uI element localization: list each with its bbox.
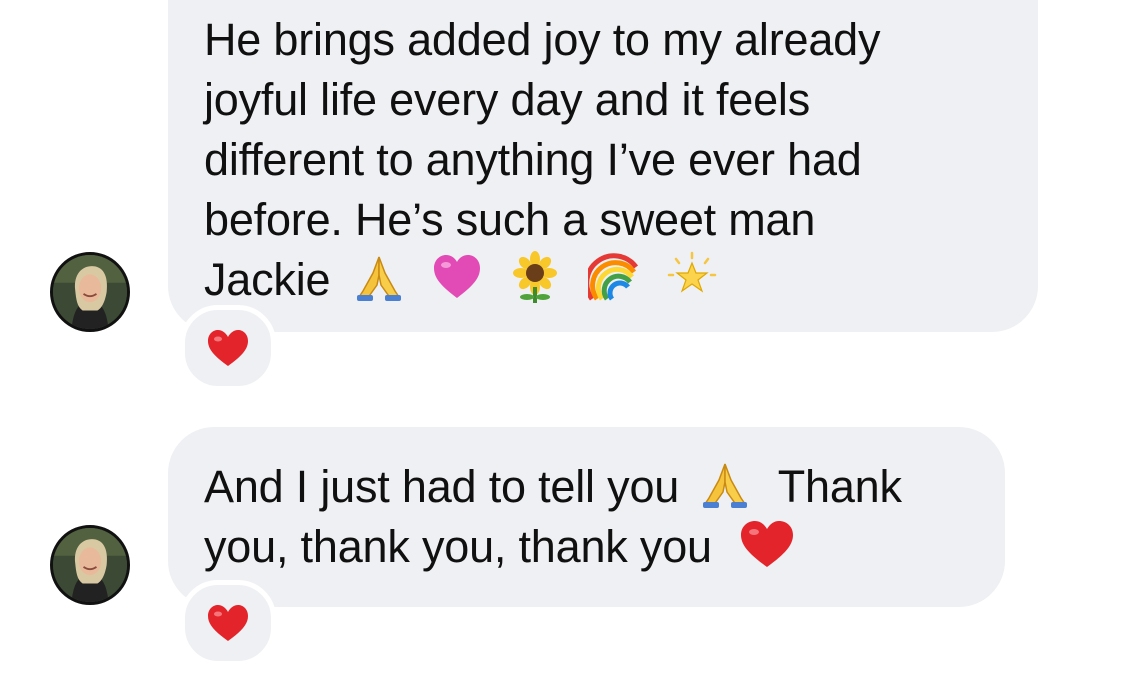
glowing-star-icon: [666, 251, 718, 303]
sender-avatar[interactable]: [50, 252, 130, 332]
folded-hands-icon: [699, 458, 751, 510]
reaction-badge-1[interactable]: [180, 305, 276, 391]
message-line: joyful life every day and it feels: [204, 74, 811, 125]
message-line: He brings added joy to my already: [204, 14, 881, 65]
folded-hands-icon: [353, 251, 405, 303]
pink-heart-icon: [431, 251, 483, 303]
message-bubble-1[interactable]: He brings added joy to my already joyful…: [168, 0, 1038, 332]
message-text: And I just had to tell you: [204, 461, 680, 512]
message-line: Jackie: [204, 254, 331, 305]
rainbow-icon: [587, 251, 640, 303]
reaction-badge-2[interactable]: [180, 580, 276, 666]
message-line-last: Jackie: [204, 250, 1002, 310]
red-heart-icon: [206, 328, 250, 368]
sunflower-icon: [509, 251, 561, 303]
message-thread: He brings added joy to my already joyful…: [0, 0, 1125, 683]
red-heart-icon: [206, 603, 250, 643]
message-line-first: And I just had to tell you Thank: [204, 457, 969, 517]
message-text: you, thank you, thank you: [204, 521, 712, 572]
message-line: before. He’s such a sweet man: [204, 194, 816, 245]
message-line: different to anything I’ve ever had: [204, 134, 862, 185]
sender-avatar[interactable]: [50, 525, 130, 605]
red-heart-icon: [738, 518, 796, 570]
message-text: Thank: [777, 461, 902, 512]
message-line-second: you, thank you, thank you: [204, 517, 969, 577]
message-bubble-2[interactable]: And I just had to tell you Thank you, th…: [168, 427, 1005, 607]
